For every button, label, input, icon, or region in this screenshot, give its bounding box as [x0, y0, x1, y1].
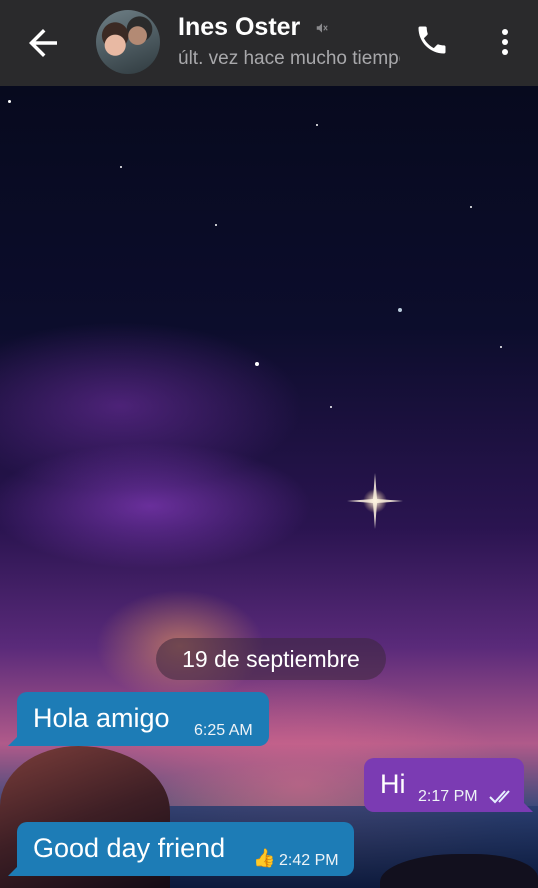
star	[316, 124, 318, 126]
more-options-button[interactable]	[490, 22, 520, 62]
message-time: 6:25 AM	[194, 722, 253, 739]
star	[8, 100, 11, 103]
message-text: Good day friend	[33, 833, 226, 863]
message-text: Hola amigo	[33, 703, 170, 733]
message-text: Hi	[380, 769, 406, 799]
star	[500, 346, 502, 348]
message-bubble-incoming[interactable]: Good day friend 👍 2:42 PM	[8, 822, 354, 876]
bright-star	[347, 473, 403, 529]
call-button[interactable]	[414, 22, 454, 62]
message-time: 2:42 PM	[279, 852, 339, 869]
contact-info[interactable]: Ines Oster últ. vez hace mucho tiempo	[178, 12, 400, 72]
star	[470, 206, 472, 208]
star	[398, 308, 402, 312]
last-seen-status: últ. vez hace mucho tiempo	[178, 48, 400, 69]
star	[120, 166, 122, 168]
bubble-tail	[8, 734, 20, 746]
arrow-left-icon	[29, 29, 57, 57]
thumbs-up-emoji: 👍	[253, 848, 276, 868]
star	[255, 362, 259, 366]
back-button[interactable]	[22, 22, 64, 64]
phone-icon	[418, 26, 446, 54]
message-bubble-incoming[interactable]: Hola amigo 6:25 AM	[8, 692, 269, 746]
more-vertical-icon	[502, 29, 508, 55]
chat-header: Ines Oster últ. vez hace mucho tiempo	[0, 0, 538, 86]
message-time: 2:17 PM	[418, 788, 478, 805]
message-bubble-outgoing[interactable]: Hi 2:17 PM	[364, 758, 533, 812]
avatar[interactable]	[96, 10, 160, 74]
bubble-tail	[521, 800, 533, 812]
star	[215, 224, 217, 226]
muted-speaker-icon	[316, 23, 328, 34]
date-separator: 19 de septiembre	[156, 638, 386, 680]
double-check-icon	[489, 790, 510, 804]
star	[330, 406, 332, 408]
contact-name: Ines Oster	[178, 13, 301, 41]
bubble-tail	[8, 864, 20, 876]
